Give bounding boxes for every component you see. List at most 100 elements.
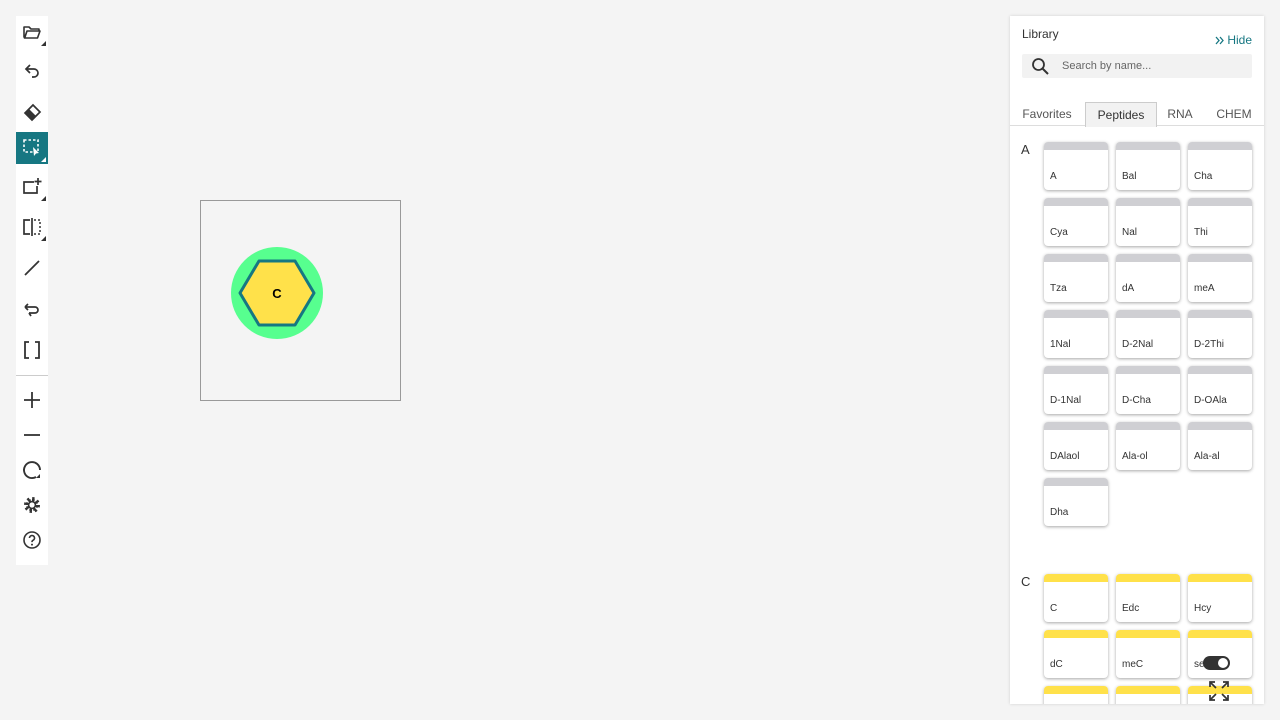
monomer-card-color-bar	[1116, 142, 1180, 150]
monomer-card-color-bar	[1044, 142, 1108, 150]
monomer-card[interactable]: Ala-al	[1188, 422, 1252, 470]
folder-icon	[23, 26, 41, 39]
monomer-card-name: Cya	[1050, 227, 1068, 238]
submenu-indicator	[41, 236, 46, 241]
monomer-card[interactable]: Hcy	[1188, 574, 1252, 622]
monomer-card[interactable]: Edc	[1116, 574, 1180, 622]
library-panel: Library Hide Favorites Peptides RNA CHEM…	[1010, 16, 1264, 704]
monomer-node[interactable]: C	[231, 247, 323, 339]
minus-icon	[24, 434, 40, 436]
monomer-card-name: Dha	[1050, 507, 1069, 518]
monomer-card[interactable]: se	[1188, 630, 1252, 678]
monomer-card[interactable]: Thi	[1188, 198, 1252, 246]
monomer-card-name: Cha	[1194, 171, 1213, 182]
monomer-card-name: D-2Thi	[1194, 339, 1225, 350]
select-rectangle-icon	[23, 139, 39, 156]
erase-button[interactable]	[16, 97, 48, 129]
monomer-card-color-bar	[1188, 422, 1252, 430]
hide-label: Hide	[1227, 33, 1252, 47]
toggle-knob	[1218, 658, 1228, 668]
monomer-card-name: Ala-ol	[1122, 451, 1148, 462]
monomer-card[interactable]: 1Nal	[1044, 310, 1108, 358]
monomer-card-name: meA	[1194, 283, 1215, 294]
search-icon	[1032, 58, 1049, 75]
monomer-card[interactable]: meA	[1188, 254, 1252, 302]
select-rectangle-button[interactable]	[16, 132, 48, 164]
curved-bond-icon	[24, 303, 39, 317]
submenu-indicator	[41, 157, 46, 162]
monomer-card-color-bar	[1044, 478, 1108, 486]
monomer-card-color-bar	[1188, 198, 1252, 206]
monomer-label: C	[272, 285, 282, 301]
monomer-card-color-bar	[1116, 310, 1180, 318]
tab-favorites[interactable]: Favorites	[1015, 102, 1079, 126]
left-toolbar	[16, 16, 48, 565]
monomer-card[interactable]: Cha	[1188, 142, 1252, 190]
monomer-card[interactable]: dA	[1116, 254, 1180, 302]
monomer-card-color-bar	[1188, 310, 1252, 318]
double-chevron-right-icon	[1215, 36, 1225, 44]
monomer-card[interactable]: A	[1044, 142, 1108, 190]
monomer-card-color-bar	[1188, 574, 1252, 582]
monomer-card-color-bar	[1116, 254, 1180, 262]
toolbar-divider	[16, 375, 48, 376]
monomer-card[interactable]: C	[1044, 574, 1108, 622]
undo-button[interactable]	[16, 56, 48, 88]
monomer-card-color-bar	[1116, 422, 1180, 430]
monomer-card[interactable]: D-Cha	[1116, 366, 1180, 414]
monomer-card[interactable]: Dha	[1044, 478, 1108, 526]
library-tabs: Favorites Peptides RNA CHEM	[1010, 102, 1264, 127]
reset-icon	[23, 461, 41, 480]
open-file-button[interactable]	[16, 16, 48, 48]
tab-peptides[interactable]: Peptides	[1085, 102, 1157, 127]
flip-button[interactable]	[16, 211, 48, 243]
monomer-card-color-bar	[1116, 686, 1180, 694]
monomer-card-name: Hcy	[1194, 603, 1212, 614]
monomer-card-name: C	[1050, 603, 1058, 614]
monomer-card-name: Bal	[1122, 171, 1137, 182]
monomer-card-color-bar	[1116, 366, 1180, 374]
monomer-card[interactable]: Bal	[1116, 142, 1180, 190]
monomer-card-color-bar	[1044, 686, 1108, 694]
zoom-in-button[interactable]	[16, 384, 48, 416]
monomer-card[interactable]: DAlaol	[1044, 422, 1108, 470]
monomer-card[interactable]: Tza	[1044, 254, 1108, 302]
monomer-card[interactable]: D-2Nal	[1116, 310, 1180, 358]
library-title: Library	[1022, 27, 1059, 41]
monomer-card[interactable]	[1044, 686, 1108, 704]
monomer-card-color-bar	[1044, 630, 1108, 638]
toggle-switch[interactable]	[1203, 656, 1230, 670]
monomer-card[interactable]: D-OAla	[1188, 366, 1252, 414]
tab-chem[interactable]: CHEM	[1210, 102, 1258, 126]
settings-button[interactable]	[16, 489, 48, 521]
bond-line-icon	[24, 260, 40, 276]
monomer-card-name: 1Nal	[1050, 339, 1071, 350]
hide-library-button[interactable]: Hide	[1215, 33, 1252, 47]
monomer-card[interactable]: Nal	[1116, 198, 1180, 246]
monomer-card-name: Nal	[1122, 227, 1138, 238]
monomer-card[interactable]: D-2Thi	[1188, 310, 1252, 358]
monomer-card[interactable]: Cya	[1044, 198, 1108, 246]
monomer-card[interactable]: meC	[1116, 630, 1180, 678]
single-bond-button[interactable]	[16, 252, 48, 284]
monomer-card[interactable]	[1116, 686, 1180, 704]
monomer-card-name: D-2Nal	[1122, 339, 1154, 350]
tab-rna[interactable]: RNA	[1160, 102, 1200, 126]
add-antisense-button[interactable]	[16, 171, 48, 203]
reset-zoom-button[interactable]	[16, 454, 48, 486]
brackets-button[interactable]	[16, 334, 48, 366]
monomer-card-name: D-OAla	[1194, 395, 1227, 406]
help-button[interactable]	[16, 524, 48, 556]
section-letter: A	[1021, 142, 1030, 157]
monomer-card-name: D-Cha	[1122, 395, 1151, 406]
monomer-card-color-bar	[1044, 574, 1108, 582]
monomer-card[interactable]: dC	[1044, 630, 1108, 678]
monomer-card[interactable]: D-1Nal	[1044, 366, 1108, 414]
zoom-out-button[interactable]	[16, 419, 48, 451]
expand-icon[interactable]	[1208, 680, 1230, 702]
hydrogen-bond-button[interactable]	[16, 293, 48, 325]
monomer-card[interactable]: Ala-ol	[1116, 422, 1180, 470]
monomer-card-color-bar	[1044, 422, 1108, 430]
monomer-card-name: D-1Nal	[1050, 395, 1082, 406]
search-input[interactable]	[1062, 54, 1247, 78]
